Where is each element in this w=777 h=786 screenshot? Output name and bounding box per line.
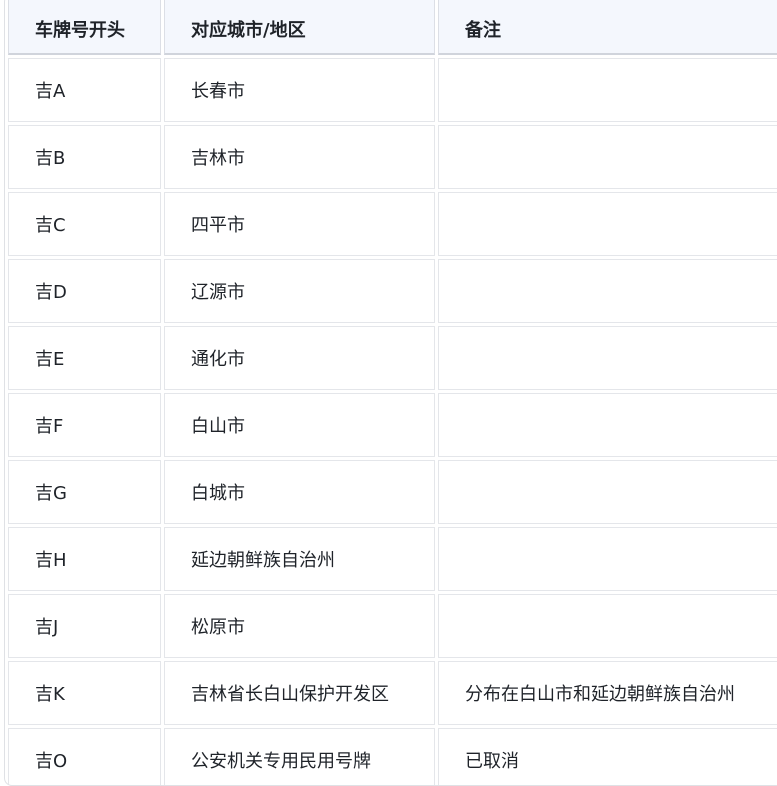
cell-note bbox=[438, 460, 777, 524]
header-city-region: 对应城市/地区 bbox=[164, 0, 435, 55]
table-header: 车牌号开头 对应城市/地区 备注 bbox=[8, 0, 777, 55]
cell-plate-prefix: 吉O bbox=[8, 728, 161, 785]
cell-plate-prefix: 吉F bbox=[8, 393, 161, 457]
cell-city: 公安机关专用民用号牌 bbox=[164, 728, 435, 785]
cell-city: 吉林省长白山保护开发区 bbox=[164, 661, 435, 725]
table-row: 吉H 延边朝鲜族自治州 bbox=[8, 527, 777, 591]
cell-city: 白城市 bbox=[164, 460, 435, 524]
cell-note bbox=[438, 125, 777, 189]
cell-plate-prefix: 吉H bbox=[8, 527, 161, 591]
cell-plate-prefix: 吉K bbox=[8, 661, 161, 725]
table-row: 吉B 吉林市 bbox=[8, 125, 777, 189]
cell-city: 四平市 bbox=[164, 192, 435, 256]
cell-city: 延边朝鲜族自治州 bbox=[164, 527, 435, 591]
cell-plate-prefix: 吉E bbox=[8, 326, 161, 390]
cell-plate-prefix: 吉D bbox=[8, 259, 161, 323]
cell-note bbox=[438, 527, 777, 591]
cell-note bbox=[438, 594, 777, 658]
table-row: 吉C 四平市 bbox=[8, 192, 777, 256]
cell-city: 长春市 bbox=[164, 58, 435, 122]
header-plate-prefix: 车牌号开头 bbox=[8, 0, 161, 55]
cell-note bbox=[438, 58, 777, 122]
cell-plate-prefix: 吉G bbox=[8, 460, 161, 524]
license-plate-table: 车牌号开头 对应城市/地区 备注 吉A 长春市 吉B 吉林市 吉C 四平市 吉D… bbox=[5, 0, 777, 785]
cell-note bbox=[438, 326, 777, 390]
cell-plate-prefix: 吉J bbox=[8, 594, 161, 658]
table-row: 吉G 白城市 bbox=[8, 460, 777, 524]
cell-city: 辽源市 bbox=[164, 259, 435, 323]
table-body: 吉A 长春市 吉B 吉林市 吉C 四平市 吉D 辽源市 吉E 通化市 吉F 白山… bbox=[8, 58, 777, 785]
cell-plate-prefix: 吉B bbox=[8, 125, 161, 189]
table-row: 吉A 长春市 bbox=[8, 58, 777, 122]
cell-city: 白山市 bbox=[164, 393, 435, 457]
cell-city: 松原市 bbox=[164, 594, 435, 658]
table-row: 吉J 松原市 bbox=[8, 594, 777, 658]
cell-note bbox=[438, 192, 777, 256]
license-plate-table-container: 车牌号开头 对应城市/地区 备注 吉A 长春市 吉B 吉林市 吉C 四平市 吉D… bbox=[4, 0, 777, 786]
cell-note: 分布在白山市和延边朝鲜族自治州 bbox=[438, 661, 777, 725]
table-row: 吉D 辽源市 bbox=[8, 259, 777, 323]
cell-plate-prefix: 吉C bbox=[8, 192, 161, 256]
cell-note bbox=[438, 259, 777, 323]
table-row: 吉K 吉林省长白山保护开发区 分布在白山市和延边朝鲜族自治州 bbox=[8, 661, 777, 725]
table-row: 吉F 白山市 bbox=[8, 393, 777, 457]
cell-plate-prefix: 吉A bbox=[8, 58, 161, 122]
cell-note bbox=[438, 393, 777, 457]
cell-note: 已取消 bbox=[438, 728, 777, 785]
header-note: 备注 bbox=[438, 0, 777, 55]
table-row: 吉E 通化市 bbox=[8, 326, 777, 390]
table-row: 吉O 公安机关专用民用号牌 已取消 bbox=[8, 728, 777, 785]
cell-city: 吉林市 bbox=[164, 125, 435, 189]
cell-city: 通化市 bbox=[164, 326, 435, 390]
header-row: 车牌号开头 对应城市/地区 备注 bbox=[8, 0, 777, 55]
